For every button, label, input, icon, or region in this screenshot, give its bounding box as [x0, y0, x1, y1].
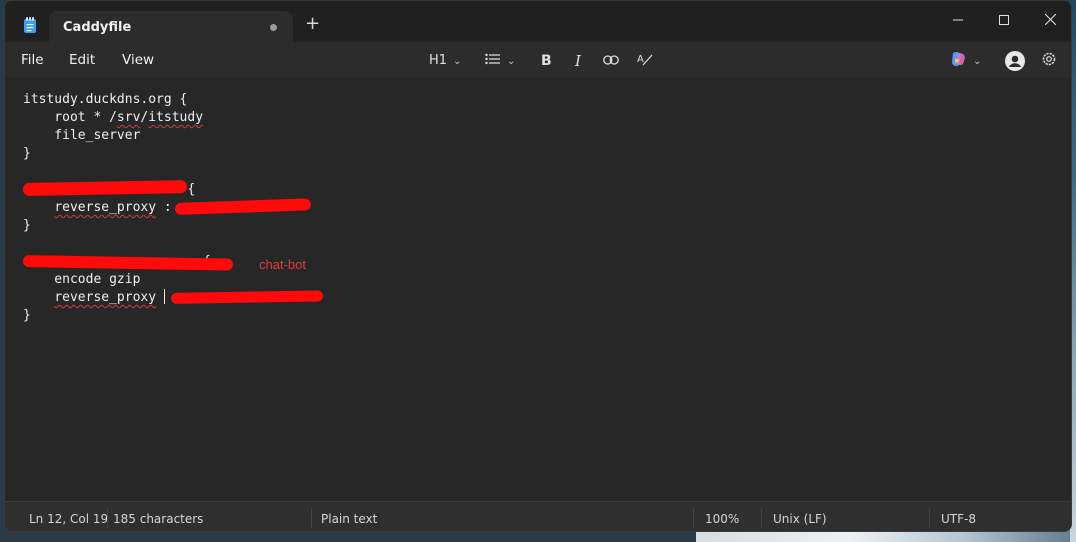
chevron-down-icon: ⌄: [973, 56, 982, 67]
spellcheck-word: srv: [116, 110, 141, 125]
clear-formatting-button[interactable]: A: [637, 51, 653, 71]
new-tab-button[interactable]: +: [305, 15, 320, 33]
settings-icon: [1042, 52, 1056, 66]
spellcheck-word: reverse_proxy: [54, 200, 157, 215]
spellcheck-word: itstudy: [148, 110, 204, 125]
divider: [311, 508, 312, 528]
character-count: 185 characters: [113, 512, 204, 526]
divider: [107, 508, 108, 528]
maximize-button[interactable]: [981, 7, 1027, 35]
code-line: file_server: [23, 128, 141, 143]
italic-button[interactable]: I: [575, 51, 581, 71]
status-bar: Ln 12, Col 19 185 characters Plain text …: [5, 501, 1071, 531]
cursor-position[interactable]: Ln 12, Col 19: [29, 512, 108, 526]
italic-icon: I: [575, 52, 581, 70]
spellcheck-word: reverse_proxy: [54, 290, 157, 305]
link-icon: [603, 55, 619, 65]
menu-bar: File Edit View H1 ⌄ ⌄ B I A ⌄: [5, 43, 1071, 77]
close-button[interactable]: [1027, 7, 1071, 35]
code-line: root * /srv/itstudy: [23, 110, 204, 125]
bold-icon: B: [541, 53, 552, 69]
code-line: itstudy.duckdns.org {: [23, 92, 188, 107]
notepad-window: Caddyfile + File Edit View H1 ⌄ ⌄ B I A …: [4, 0, 1072, 532]
redaction-mark: [170, 290, 324, 304]
maximize-icon: [999, 15, 1009, 25]
menu-edit[interactable]: Edit: [69, 52, 95, 68]
unsaved-dot-icon[interactable]: [270, 24, 277, 31]
tab-title: Caddyfile: [63, 20, 132, 35]
svg-text:A: A: [637, 54, 644, 65]
divider: [929, 508, 930, 528]
divider: [693, 508, 694, 528]
title-bar[interactable]: Caddyfile +: [5, 1, 1071, 43]
menu-view[interactable]: View: [122, 52, 154, 68]
code-line: reverse_proxy: [23, 289, 165, 305]
line-ending[interactable]: Unix (LF): [773, 512, 827, 526]
heading-dropdown[interactable]: H1 ⌄: [429, 51, 461, 71]
chevron-down-icon: ⌄: [453, 56, 462, 67]
copilot-button[interactable]: ⌄: [949, 51, 981, 71]
chevron-down-icon: ⌄: [507, 56, 516, 67]
settings-button[interactable]: [1041, 51, 1057, 71]
minimize-icon: [953, 19, 963, 21]
list-dropdown[interactable]: ⌄: [485, 51, 515, 71]
code-line: }: [23, 308, 31, 323]
link-button[interactable]: [603, 51, 619, 71]
profile-icon: [1005, 51, 1025, 71]
text-editor[interactable]: itstudy.duckdns.org { root * /srv/itstud…: [5, 77, 1071, 501]
format-indicator[interactable]: Plain text: [321, 512, 377, 526]
code-line: }: [23, 146, 31, 161]
clear-format-icon: A: [637, 54, 653, 66]
tab-caddyfile[interactable]: Caddyfile: [49, 11, 293, 43]
copilot-icon: [952, 51, 965, 67]
close-icon: [1044, 13, 1056, 26]
text-cursor: [163, 289, 165, 304]
list-icon: [485, 53, 500, 65]
code-line: encode gzip: [23, 272, 141, 287]
heading-label: H1: [429, 53, 448, 68]
code-line: }: [23, 218, 31, 233]
code-line: reverse_proxy :: [54, 200, 172, 215]
profile-button[interactable]: [1005, 51, 1025, 71]
notepad-app-icon: [24, 17, 36, 33]
encoding[interactable]: UTF-8: [941, 512, 976, 526]
minimize-button[interactable]: [935, 7, 981, 35]
zoom-level[interactable]: 100%: [705, 512, 739, 526]
menu-file[interactable]: File: [21, 52, 44, 68]
chat-bot-annotation: chat-bot: [259, 257, 306, 272]
bold-button[interactable]: B: [541, 51, 552, 71]
divider: [761, 508, 762, 528]
